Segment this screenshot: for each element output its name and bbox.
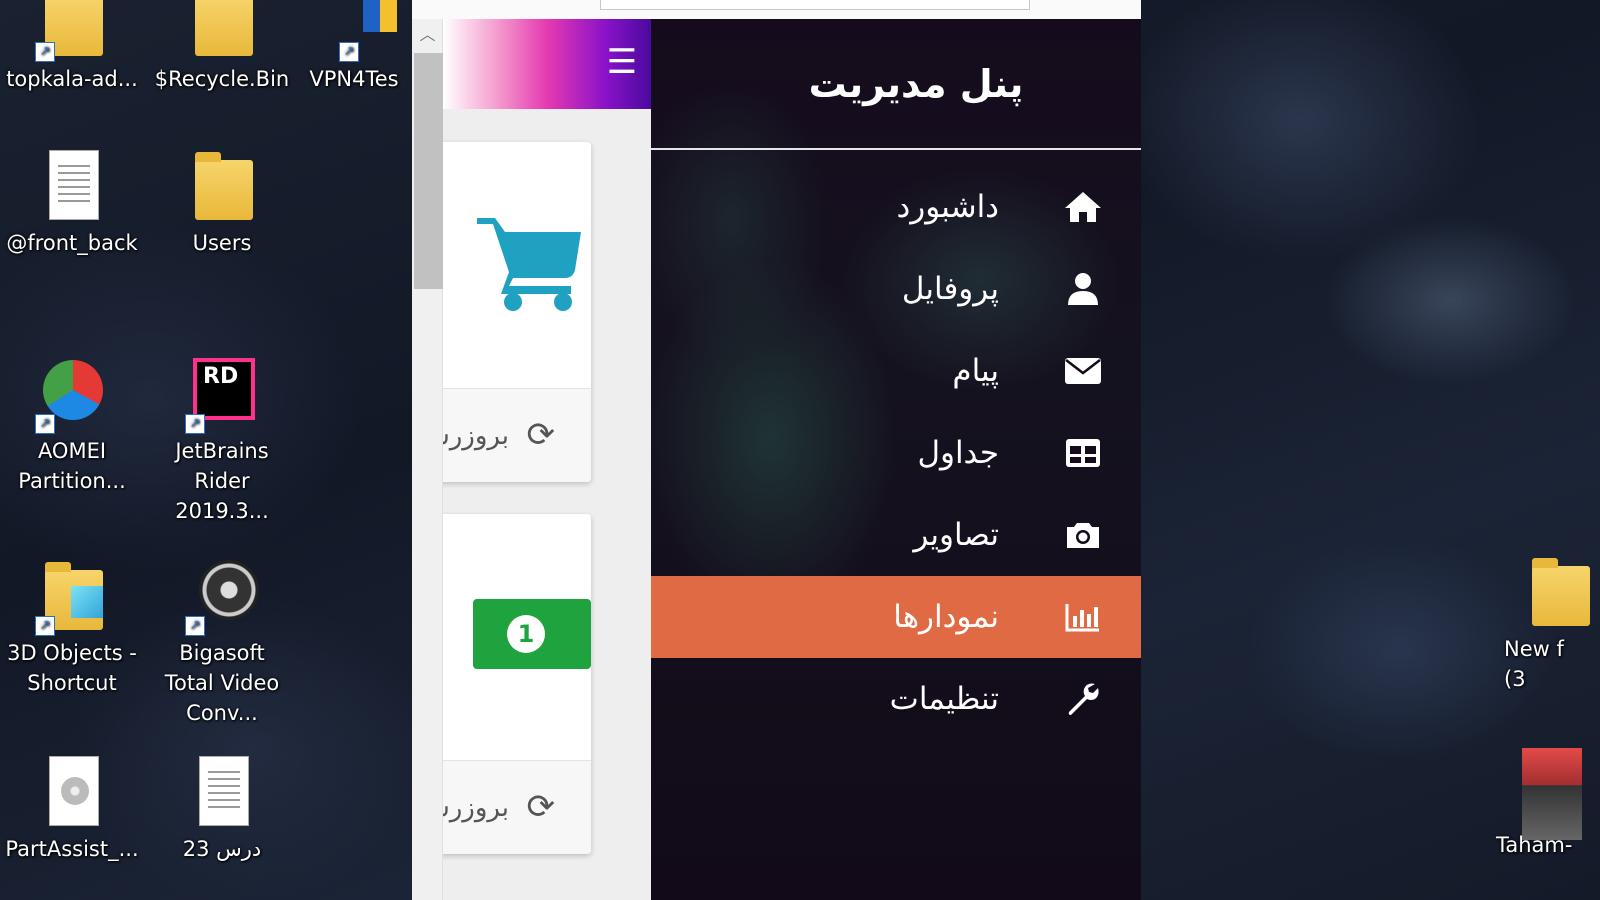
sidebar-item-charts[interactable]: نمودارها: [651, 576, 1141, 658]
card-footer: ⟳ بروزرسانی: [443, 388, 591, 482]
desktop-icon-label: درس 23: [182, 837, 262, 861]
stat-card-money: 1 ⟳ بروزرسانی: [443, 514, 591, 854]
desktop-icon-label: topkala-ad...: [6, 67, 138, 91]
folder-icon: ↗: [35, 556, 107, 636]
sidebar-menu: داشبورد پروفایل پیام جداول تصاویر نمودار…: [651, 150, 1141, 740]
sidebar-item-label: داشبورد: [896, 189, 999, 225]
shield-icon: ↗: [319, 0, 397, 62]
desktop-icon-bigasoft[interactable]: ↗ Bigasoft Total Video Conv...: [152, 556, 292, 728]
browser-window: ︿ ☰ ⟳ بروزرسانی 1: [412, 0, 1141, 900]
sidebar-item-label: پیام: [952, 353, 999, 389]
image-icon: [1516, 748, 1586, 840]
desktop-icon-front-back[interactable]: @front_back: [2, 146, 142, 258]
page-content: ☰ ⟳ بروزرسانی 1 ⟳ بروزرسانی: [443, 19, 651, 900]
refresh-icon[interactable]: ⟳: [527, 415, 556, 455]
hamburger-menu-icon[interactable]: ☰: [605, 45, 639, 79]
sidebar-item-label: تنظیمات: [889, 681, 999, 717]
refresh-label[interactable]: بروزرسانی: [443, 421, 509, 451]
address-bar-area: [412, 0, 1141, 19]
stat-card-cart: ⟳ بروزرسانی: [443, 142, 591, 482]
home-icon: [1061, 187, 1105, 227]
desktop-icon-recycle-bin[interactable]: $Recycle.Bin: [152, 0, 292, 94]
refresh-icon[interactable]: ⟳: [527, 787, 556, 827]
desktop-icon-label: JetBrains Rider 2019.3...: [175, 439, 269, 523]
folder-icon: [187, 146, 257, 226]
sidebar-item-label: نمودارها: [893, 599, 999, 635]
coin-icon: 1: [507, 615, 545, 653]
desktop-icon-label: 3D Objects - Shortcut: [7, 641, 137, 695]
sidebar-item-label: جداول: [917, 435, 999, 471]
address-input[interactable]: [600, 0, 1030, 10]
disc-image-icon: [37, 752, 107, 832]
sidebar-item-messages[interactable]: پیام: [651, 330, 1141, 412]
top-navbar: ☰: [443, 19, 651, 109]
bar-chart-icon: [1061, 597, 1105, 637]
folder-icon: [1524, 552, 1594, 632]
sidebar-item-images[interactable]: تصاویر: [651, 494, 1141, 576]
desktop-icon-3d-objects[interactable]: ↗ 3D Objects - Shortcut: [2, 556, 142, 698]
desktop-icon-topkala[interactable]: ↗ topkala-ad...: [2, 0, 142, 94]
camera-icon: [1061, 515, 1105, 555]
desktop-icon-partassist[interactable]: PartAssist_...: [2, 752, 142, 864]
cart-icon: [475, 212, 585, 316]
sidebar-item-dashboard[interactable]: داشبورد: [651, 166, 1141, 248]
desktop-icon-aomei[interactable]: ↗ AOMEI Partition...: [2, 354, 142, 496]
sidebar-item-settings[interactable]: تنظیمات: [651, 658, 1141, 740]
desktop-icon-label: VPN4Tes: [309, 67, 399, 91]
scroll-up-button[interactable]: ︿: [412, 19, 443, 51]
desktop-icon-label: $Recycle.Bin: [154, 67, 290, 91]
desktop-icon-users[interactable]: Users: [152, 146, 292, 258]
vertical-scrollbar[interactable]: ︿: [412, 19, 443, 900]
sidebar-item-label: تصاویر: [913, 517, 999, 553]
envelope-icon: [1061, 351, 1105, 391]
wrench-icon: [1061, 679, 1105, 719]
desktop-icon-vpn[interactable]: ↗ VPN4Tes: [296, 0, 412, 94]
film-reel-icon: ↗: [185, 556, 259, 636]
desktop-icon-lesson-23[interactable]: درس 23: [152, 752, 292, 864]
sidebar-item-tables[interactable]: جداول: [651, 412, 1141, 494]
table-icon: [1061, 433, 1105, 473]
sidebar-item-label: پروفایل: [901, 271, 999, 307]
scroll-thumb[interactable]: [414, 53, 443, 289]
money-icon: 1: [473, 599, 591, 669]
refresh-label[interactable]: بروزرسانی: [443, 793, 509, 823]
desktop-icon-label: Users: [192, 231, 252, 255]
folder-icon: [187, 0, 257, 62]
document-icon: [187, 752, 257, 832]
sidebar-title: پنل مدیریت: [808, 61, 1024, 106]
user-icon: [1061, 269, 1105, 309]
desktop-icon-label: PartAssist_...: [5, 837, 139, 861]
admin-sidebar: پنل مدیریت داشبورد پروفایل پیام جداول تص…: [651, 19, 1141, 900]
desktop-icon-new-folder[interactable]: New f (3: [1490, 552, 1600, 694]
document-icon: [37, 146, 107, 226]
desktop-icon-label: @front_back: [6, 231, 138, 255]
folder-icon: ↗: [35, 0, 107, 62]
desktop-icon-label: New f (3: [1504, 637, 1564, 691]
card-footer: ⟳ بروزرسانی: [443, 760, 591, 854]
sidebar-item-profile[interactable]: پروفایل: [651, 248, 1141, 330]
desktop-icon-rider[interactable]: RD ↗ JetBrains Rider 2019.3...: [152, 354, 292, 526]
sidebar-header: پنل مدیریت: [651, 19, 1141, 150]
desktop-icon-taham[interactable]: Taham-: [1490, 748, 1600, 860]
desktop-icon-label: AOMEI Partition...: [18, 439, 126, 493]
desktop-icon-label: Bigasoft Total Video Conv...: [164, 641, 280, 725]
aomei-icon: ↗: [35, 354, 107, 434]
rider-icon: RD ↗: [185, 354, 257, 434]
